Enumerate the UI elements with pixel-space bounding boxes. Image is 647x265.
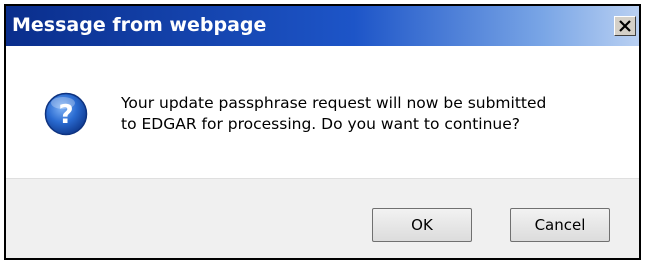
svg-text:?: ? bbox=[58, 100, 73, 130]
message-line-1: Your update passphrase request will now … bbox=[121, 94, 547, 112]
close-button[interactable] bbox=[614, 16, 636, 36]
dialog-message: Your update passphrase request will now … bbox=[121, 93, 621, 135]
dialog-titlebar[interactable]: Message from webpage bbox=[6, 6, 639, 46]
question-icon: ? bbox=[44, 92, 88, 136]
ok-button[interactable]: OK bbox=[372, 208, 472, 242]
dialog-title: Message from webpage bbox=[12, 14, 267, 36]
message-dialog: Message from webpage ? Your update passp… bbox=[4, 4, 641, 260]
close-icon bbox=[619, 20, 631, 32]
dialog-footer: OK Cancel bbox=[6, 178, 639, 258]
message-line-2: to EDGAR for processing. Do you want to … bbox=[121, 115, 521, 133]
cancel-button[interactable]: Cancel bbox=[510, 208, 610, 242]
dialog-body: ? Your update passphrase request will no… bbox=[6, 46, 639, 178]
